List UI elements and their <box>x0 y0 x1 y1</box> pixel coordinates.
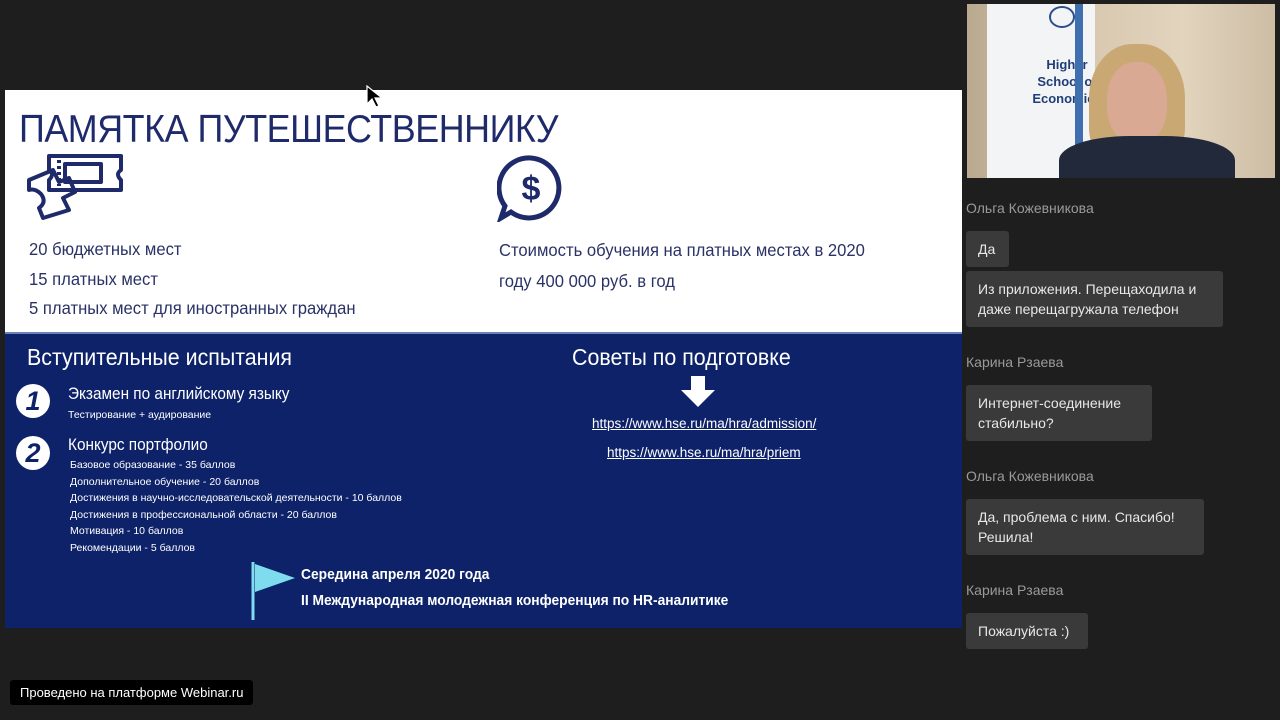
chat-message: Да, проблема с ним. Спасибо! Решила! <box>966 499 1204 555</box>
event-title: II Международная молодежная конференция … <box>301 592 729 609</box>
chat-message: Пожалуйста :) <box>966 613 1088 649</box>
number-one-icon: 1 <box>16 384 50 418</box>
chat-author: Ольга Кожевникова <box>966 468 1094 484</box>
event-date: Середина апреля 2020 года <box>301 566 490 583</box>
webcam-video[interactable]: Higher School of Economics <box>967 4 1275 178</box>
mouse-cursor-icon <box>366 85 384 108</box>
platform-badge[interactable]: Проведено на платформе Webinar.ru <box>10 680 254 705</box>
portfolio-item: Достижения в профессиональной области - … <box>70 508 337 521</box>
admission-link[interactable]: https://www.hse.ru/ma/hra/admission/ <box>592 416 816 431</box>
chat-author: Карина Рзаева <box>966 354 1064 370</box>
down-arrow-icon <box>681 376 715 407</box>
portfolio-item: Рекомендации - 5 баллов <box>70 541 195 554</box>
presenter-face <box>1107 62 1167 144</box>
slide-top-section: ПАМЯТКА ПУТЕШЕСТВЕННИКУ $ 20 бюджетных м… <box>5 90 962 332</box>
dollar-chat-icon: $ <box>496 154 565 227</box>
portfolio-item: Базовое образование - 35 баллов <box>70 459 236 471</box>
chat-message: Да <box>966 231 1009 267</box>
exam-portfolio-heading: Конкурс портфолио <box>68 436 208 454</box>
chat-message: Интернет-соединение стабильно? <box>966 385 1152 441</box>
presentation-slide: ПАМЯТКА ПУТЕШЕСТВЕННИКУ $ 20 бюджетных м… <box>5 90 962 628</box>
portfolio-criteria-list: Базовое образование - 35 баллов Дополнит… <box>70 457 402 557</box>
exam-english-subtitle: Тестирование + аудирование <box>68 409 212 421</box>
cost-text: Стоимость обучения на платных местах в 2… <box>499 235 919 297</box>
presenter-body <box>1059 136 1235 178</box>
seats-list: 20 бюджетных мест 15 платных мест 5 плат… <box>29 235 373 324</box>
flag-icon <box>251 562 295 620</box>
slide-bottom-section: Вступительные испытания 1 Экзамен по анг… <box>5 332 962 628</box>
chat-message: Из приложения. Перещаходила и даже перещ… <box>966 271 1223 327</box>
seats-foreign: 5 платных мест для иностранных граждан <box>29 298 356 318</box>
exam-english-heading: Экзамен по английскому языку <box>68 385 290 403</box>
chat-author: Ольга Кожевникова <box>966 200 1094 216</box>
tips-title: Советы по подготовке <box>572 344 791 370</box>
ticket-icon <box>27 154 123 220</box>
chat-author: Карина Рзаева <box>966 582 1064 598</box>
dollar-symbol: $ <box>522 170 541 208</box>
cost-line-1: Стоимость обучения на платных местах в 2… <box>499 240 865 260</box>
hse-logo-icon <box>1049 6 1075 28</box>
slide-title: ПАМЯТКА ПУТЕШЕСТВЕННИКУ <box>19 108 559 151</box>
number-two-icon: 2 <box>16 436 50 470</box>
portfolio-item: Достижения в научно-исследовательской де… <box>70 492 402 505</box>
event-text: Середина апреля 2020 года II Международн… <box>301 562 766 614</box>
portfolio-item: Мотивация - 10 баллов <box>70 525 184 538</box>
priem-link[interactable]: https://www.hse.ru/ma/hra/priem <box>607 445 801 460</box>
cost-line-2: году 400 000 руб. в год <box>499 271 675 291</box>
exams-title: Вступительные испытания <box>27 344 293 370</box>
seats-paid: 15 платных мест <box>29 268 158 289</box>
seats-budget: 20 бюджетных мест <box>29 239 182 259</box>
portfolio-item: Дополнительное обучение - 20 баллов <box>70 475 260 488</box>
